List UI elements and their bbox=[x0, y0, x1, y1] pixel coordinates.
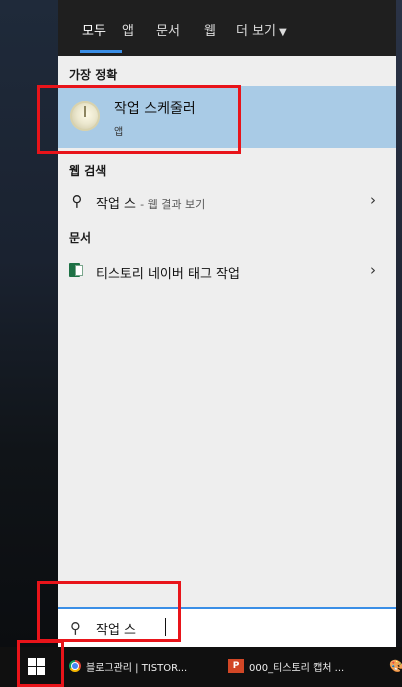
active-tab-indicator bbox=[80, 50, 122, 53]
web-search-header: 웹 검색 bbox=[69, 164, 107, 178]
web-search-query: 작업 스 bbox=[96, 197, 137, 212]
desktop-background-right bbox=[396, 0, 402, 647]
powerpoint-icon[interactable]: P bbox=[228, 659, 244, 673]
document-result[interactable]: 티스토리 네이버 태그 작업 › bbox=[58, 256, 396, 286]
clock-icon bbox=[70, 101, 100, 131]
search-icon: ⚲ bbox=[70, 619, 81, 637]
chevron-down-icon: ▼ bbox=[279, 27, 287, 38]
chrome-icon[interactable] bbox=[69, 660, 81, 672]
search-filter-tabs: 모두 앱 문서 웹 더 보기 ▼ bbox=[58, 0, 396, 56]
app-type-label: 앱 bbox=[114, 127, 124, 138]
taskbar: 블로그관리 | TISTOR... P 000_티스토리 캡처 ... 🎨 bbox=[0, 647, 402, 687]
web-search-suffix: - 웹 결과 보기 bbox=[140, 198, 206, 211]
document-title: 티스토리 네이버 태그 작업 bbox=[96, 267, 240, 282]
tab-apps[interactable]: 앱 bbox=[122, 20, 134, 39]
paint-icon[interactable]: 🎨 bbox=[389, 659, 402, 673]
app-name: 작업 스케줄러 bbox=[114, 101, 196, 117]
search-icon: ⚲ bbox=[71, 192, 83, 210]
search-input-value[interactable]: 작업 스 bbox=[96, 619, 136, 638]
windows-start-icon[interactable] bbox=[28, 658, 45, 675]
taskbar-item-chrome[interactable]: 블로그관리 | TISTOR... bbox=[86, 659, 187, 674]
web-search-text: 작업 스 - 웹 결과 보기 bbox=[96, 193, 205, 212]
tab-more[interactable]: 더 보기 ▼ bbox=[236, 20, 287, 39]
best-match-header: 가장 정확 bbox=[69, 68, 118, 82]
start-search-panel: 모두 앱 문서 웹 더 보기 ▼ 가장 정확 작업 스케줄러 앱 웹 검색 ⚲ 작… bbox=[58, 0, 396, 647]
documents-header: 문서 bbox=[69, 231, 92, 245]
taskbar-item-powerpoint[interactable]: 000_티스토리 캡처 ... bbox=[249, 659, 344, 674]
excel-file-icon bbox=[69, 263, 83, 277]
search-input[interactable]: ⚲ 작업 스 bbox=[58, 607, 396, 647]
tab-web[interactable]: 웹 bbox=[204, 20, 216, 39]
tab-documents[interactable]: 문서 bbox=[156, 20, 180, 39]
desktop-background-left bbox=[0, 0, 58, 647]
tab-more-label: 더 보기 bbox=[236, 24, 277, 39]
text-cursor bbox=[165, 618, 166, 636]
best-match-result[interactable]: 작업 스케줄러 앱 bbox=[58, 86, 396, 148]
tab-all[interactable]: 모두 bbox=[82, 20, 106, 39]
chevron-right-icon[interactable]: › bbox=[370, 191, 376, 209]
chevron-right-icon[interactable]: › bbox=[370, 261, 376, 279]
web-search-result[interactable]: ⚲ 작업 스 - 웹 결과 보기 › bbox=[58, 186, 396, 216]
